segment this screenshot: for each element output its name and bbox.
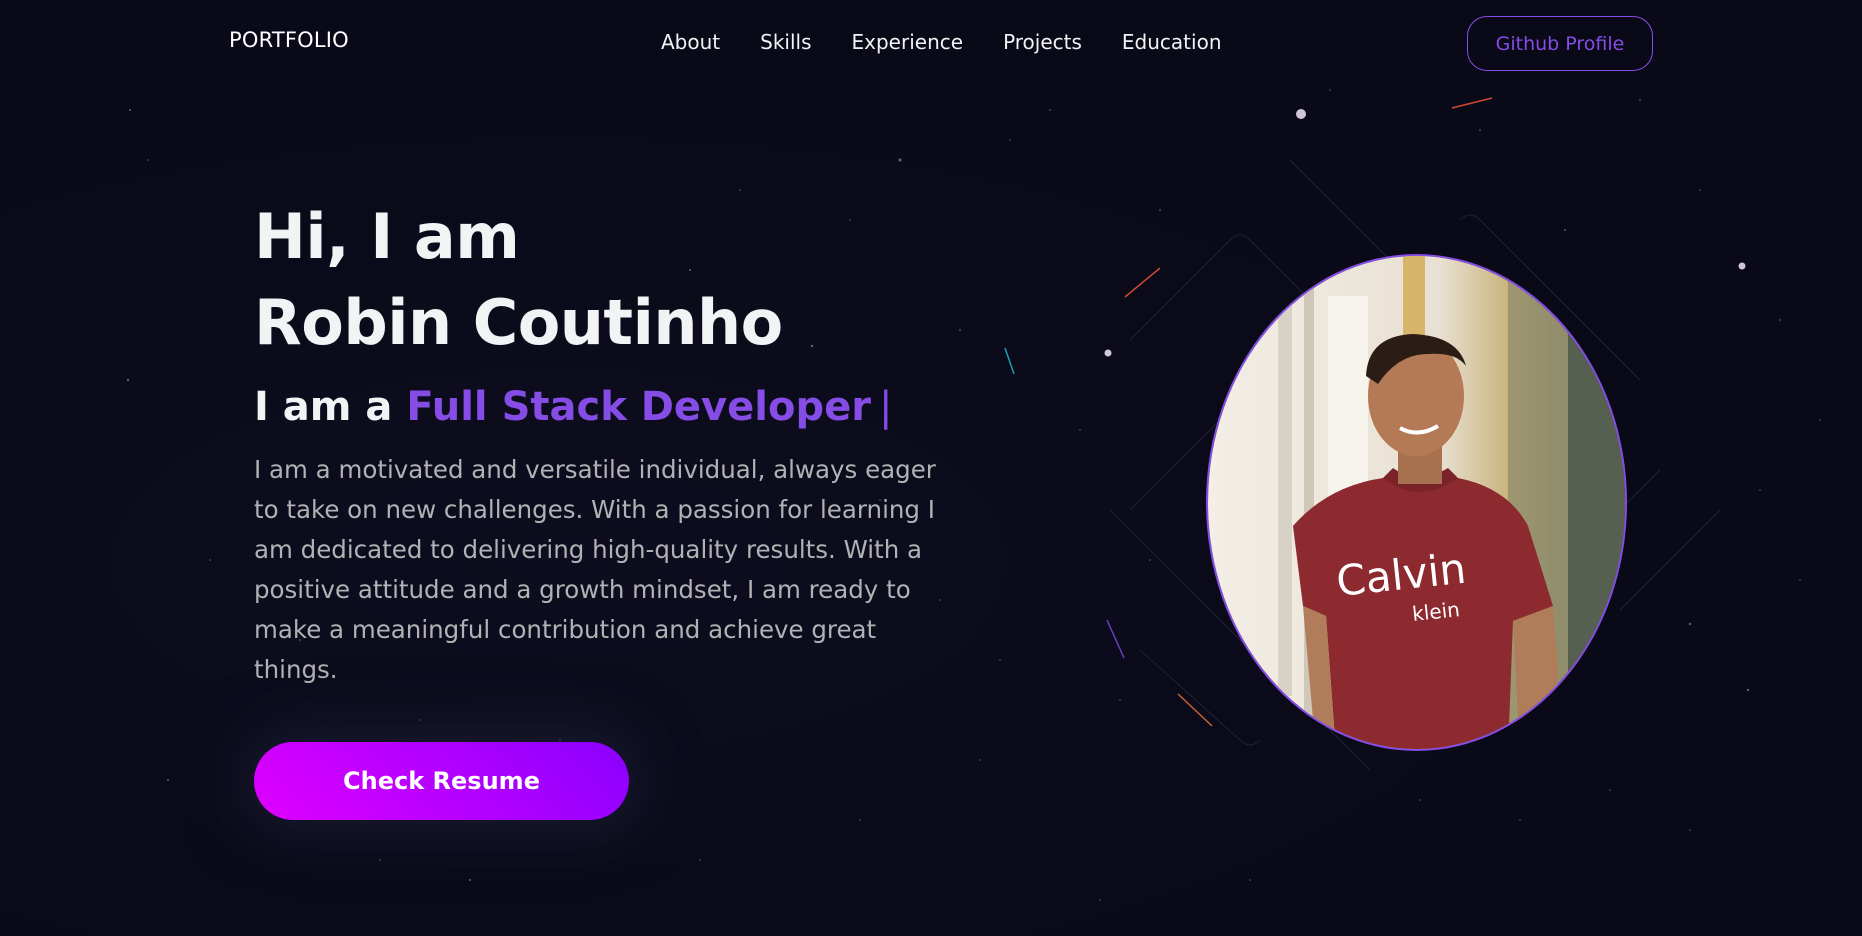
nav-link-education[interactable]: Education bbox=[1122, 30, 1222, 54]
nav-link-experience[interactable]: Experience bbox=[852, 30, 964, 54]
github-profile-button[interactable]: Github Profile bbox=[1467, 16, 1653, 71]
check-resume-button[interactable]: Check Resume bbox=[254, 742, 629, 820]
greeting-line-1: Hi, I am bbox=[254, 200, 520, 273]
navbar: PORTFOLIO About Skills Experience Projec… bbox=[0, 0, 1862, 88]
typing-cursor: | bbox=[878, 384, 893, 430]
hero-bio: I am a motivated and versatile individua… bbox=[254, 455, 936, 684]
role-prefix: I am a bbox=[254, 384, 393, 430]
nav-links: About Skills Experience Projects Educati… bbox=[661, 30, 1222, 54]
role-value: Full Stack Developer bbox=[406, 384, 871, 430]
nav-link-projects[interactable]: Projects bbox=[1003, 30, 1082, 54]
role-typewriter: I am a Full Stack Developer | bbox=[254, 380, 954, 434]
page: PORTFOLIO About Skills Experience Projec… bbox=[0, 0, 1862, 936]
profile-photo: Calvin klein bbox=[1206, 254, 1627, 751]
nav-link-about[interactable]: About bbox=[661, 30, 720, 54]
hero-greeting: Hi, I am Robin Coutinho bbox=[254, 194, 954, 366]
site-logo[interactable]: PORTFOLIO bbox=[229, 28, 349, 52]
hero-name: Robin Coutinho bbox=[254, 286, 783, 359]
svg-text:klein: klein bbox=[1411, 597, 1461, 626]
hero-text: Hi, I am Robin Coutinho I am a Full Stac… bbox=[254, 194, 954, 690]
nav-link-skills[interactable]: Skills bbox=[760, 30, 811, 54]
profile-photo-illustration: Calvin klein bbox=[1208, 256, 1625, 749]
